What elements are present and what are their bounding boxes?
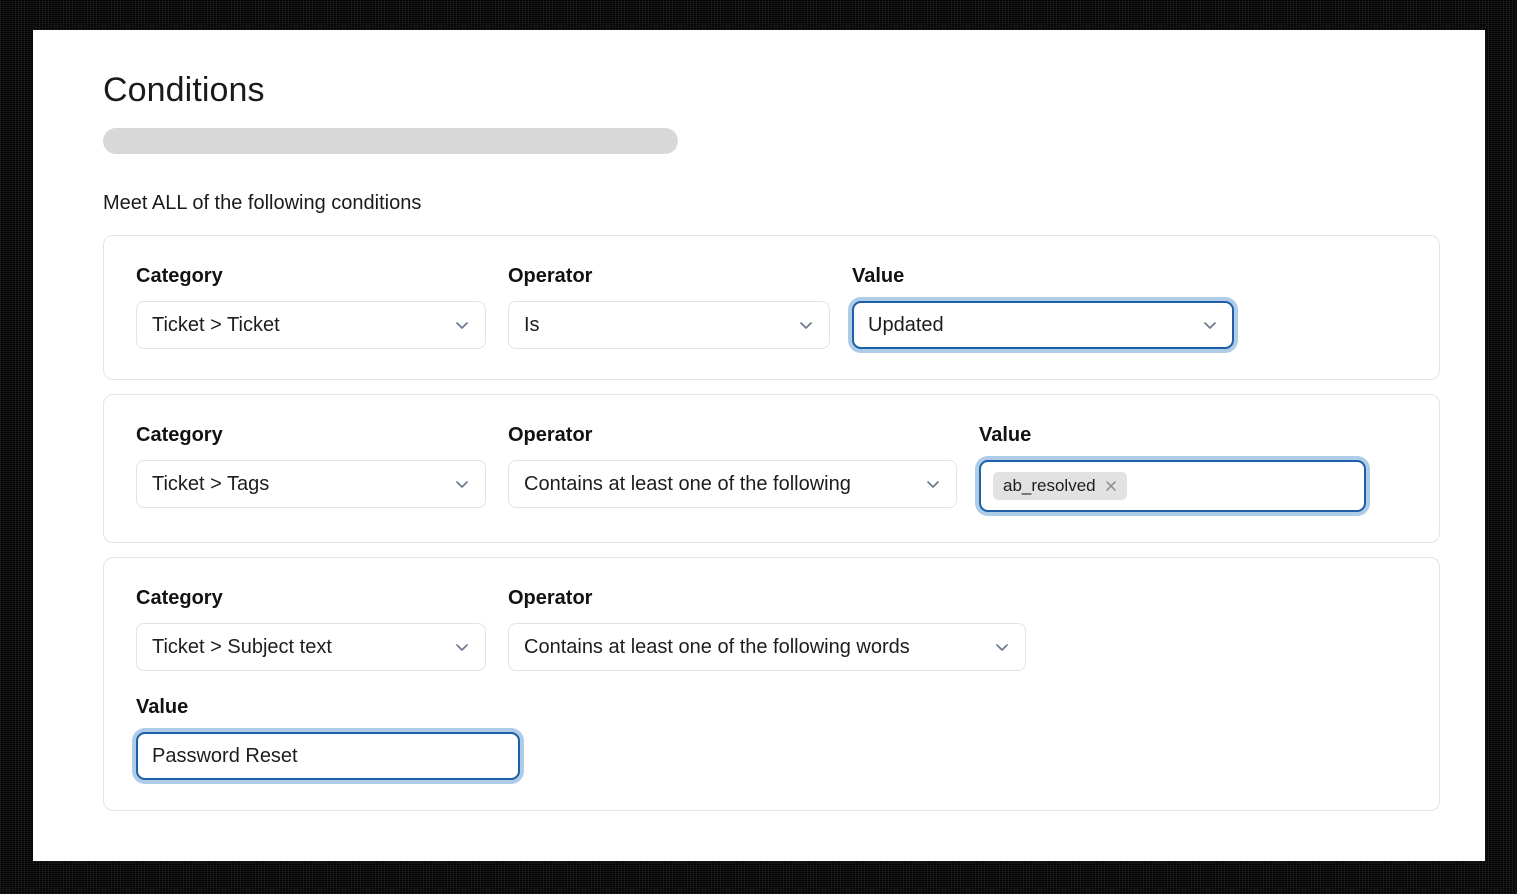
value-label: Value <box>136 696 189 718</box>
category-label: Category <box>136 587 223 609</box>
category-select-2[interactable]: Ticket > Tags <box>136 460 486 508</box>
chevron-down-icon <box>453 316 471 334</box>
value-field-3: Value Password Reset <box>136 695 520 780</box>
condition-row-3: Category Ticket > Subject text Operator <box>103 557 1440 811</box>
operator-field-1: Operator Is <box>508 264 830 349</box>
chevron-down-icon <box>797 316 815 334</box>
operator-select-3[interactable]: Contains at least one of the following w… <box>508 623 1026 671</box>
category-select-3-value: Ticket > Subject text <box>152 636 332 658</box>
operator-label: Operator <box>508 587 593 609</box>
operator-label: Operator <box>508 265 593 287</box>
operator-field-2: Operator Contains at least one of the fo… <box>508 423 957 508</box>
value-field-1: Value Updated <box>852 264 1234 349</box>
category-field-3: Category Ticket > Subject text <box>136 586 486 671</box>
operator-select-1[interactable]: Is <box>508 301 830 349</box>
conditions-page-card: Conditions Meet ALL of the following con… <box>33 30 1485 861</box>
value-select-1[interactable]: Updated <box>852 301 1234 349</box>
chevron-down-icon <box>453 475 471 493</box>
category-select-2-value: Ticket > Tags <box>152 473 270 495</box>
operator-select-1-value: Is <box>524 314 540 336</box>
category-label: Category <box>136 265 223 287</box>
redacted-placeholder-bar <box>103 128 678 154</box>
condition-row-1: Category Ticket > Ticket Operator Is Val… <box>103 235 1440 380</box>
category-field-1: Category Ticket > Ticket <box>136 264 486 349</box>
condition-row-2: Category Ticket > Tags Operator Contains… <box>103 394 1440 543</box>
value-select-1-value: Updated <box>868 314 944 336</box>
value-text-input-3[interactable]: Password Reset <box>136 732 520 780</box>
tag-chip[interactable]: ab_resolved <box>993 472 1127 500</box>
operator-label: Operator <box>508 424 593 446</box>
operator-select-2-value: Contains at least one of the following <box>524 473 851 495</box>
tag-chip-label: ab_resolved <box>1003 476 1096 495</box>
page-title: Conditions <box>103 71 265 109</box>
category-select-3[interactable]: Ticket > Subject text <box>136 623 486 671</box>
conditions-list: Category Ticket > Ticket Operator Is Val… <box>103 235 1440 811</box>
category-field-2: Category Ticket > Tags <box>136 423 486 508</box>
value-label: Value <box>852 265 905 287</box>
close-icon[interactable] <box>1104 479 1118 493</box>
value-field-2: Value ab_resolved <box>979 423 1366 512</box>
value-tag-input-2[interactable]: ab_resolved <box>979 460 1366 512</box>
value-label: Value <box>979 424 1032 446</box>
operator-field-3: Operator Contains at least one of the fo… <box>508 586 1026 671</box>
screen-frame: Conditions Meet ALL of the following con… <box>0 0 1517 894</box>
category-label: Category <box>136 424 223 446</box>
chevron-down-icon <box>993 638 1011 656</box>
operator-select-2[interactable]: Contains at least one of the following <box>508 460 957 508</box>
chevron-down-icon <box>924 475 942 493</box>
value-text-input-3-value: Password Reset <box>152 745 298 767</box>
category-select-1-value: Ticket > Ticket <box>152 314 280 336</box>
meet-all-conditions-label: Meet ALL of the following conditions <box>103 192 422 214</box>
chevron-down-icon <box>453 638 471 656</box>
chevron-down-icon <box>1201 316 1219 334</box>
operator-select-3-value: Contains at least one of the following w… <box>524 636 910 658</box>
category-select-1[interactable]: Ticket > Ticket <box>136 301 486 349</box>
